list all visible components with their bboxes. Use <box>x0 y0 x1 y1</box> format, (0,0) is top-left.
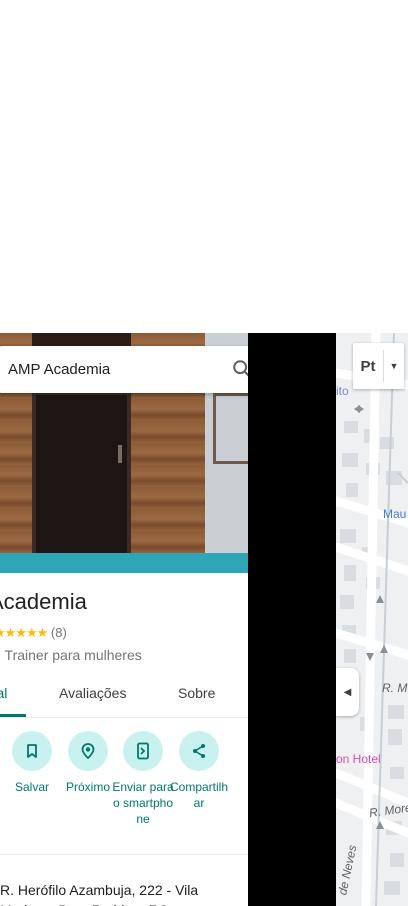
collapse-panel-button[interactable]: ◀ <box>336 668 359 716</box>
bookmark-icon <box>27 744 37 758</box>
place-title: Academia <box>0 589 87 614</box>
place-panel: Academia ★★★★★ (8) al Trainer para mulhe… <box>0 333 248 906</box>
action-buttons: Salvar Próximo Enviar para o smartphone … <box>0 731 248 841</box>
active-tab-indicator <box>0 714 26 717</box>
map-label: Mau <box>383 507 407 521</box>
section-divider <box>0 854 248 855</box>
save-button[interactable]: Salvar <box>1 731 63 795</box>
rating-stars: ★★★★★ <box>0 625 48 640</box>
share-icon <box>193 744 205 758</box>
chevron-left-icon: ◀ <box>343 686 352 698</box>
chevron-down-icon[interactable]: ▼ <box>384 361 404 371</box>
send-to-phone-icon <box>137 742 149 760</box>
blank-area <box>0 0 408 333</box>
map-label: ito <box>336 384 349 398</box>
map-layer-selector[interactable]: Pt ▼ <box>353 343 404 389</box>
send-to-phone-label: Enviar para o smartphone <box>112 780 174 826</box>
tab-bar: eral Avaliações Sobre <box>0 673 248 718</box>
place-address[interactable]: R. Herófilo Azambuja, 222 - Vila Mariana… <box>0 880 220 906</box>
nearby-icon <box>81 743 95 760</box>
tab-reviews[interactable]: Avaliações <box>59 685 126 701</box>
map-streets <box>336 333 408 906</box>
search-box[interactable]: AMP Academia <box>0 346 248 393</box>
rating-count[interactable]: (8) <box>51 625 67 640</box>
search-input[interactable]: AMP Academia <box>8 361 110 378</box>
share-label: Compartilhar <box>169 780 229 810</box>
nearby-label: Próximo <box>65 780 110 794</box>
save-label: Salvar <box>14 780 49 794</box>
tab-about[interactable]: Sobre <box>178 685 215 701</box>
share-button[interactable]: Compartilhar <box>168 731 230 811</box>
tab-overview[interactable]: eral <box>0 685 7 701</box>
photo-door <box>32 391 131 573</box>
map-poi-label[interactable]: on Hotel <box>336 752 381 766</box>
app-viewport: ito Mau R. M on Hotel R. Morei de Neves … <box>0 333 408 906</box>
rating-summary[interactable]: ★★★★★ (8) <box>0 625 67 641</box>
send-to-phone-button[interactable]: Enviar para o smartphone <box>112 731 174 827</box>
place-category[interactable]: al Trainer para mulheres <box>0 647 142 663</box>
search-icon[interactable] <box>231 358 248 380</box>
nearby-button[interactable]: Próximo <box>57 731 119 795</box>
language-layer-icon: Pt <box>360 357 376 375</box>
map-canvas[interactable]: ito Mau R. M on Hotel R. Morei de Neves <box>336 333 408 906</box>
map-street-label: R. M <box>382 681 408 695</box>
